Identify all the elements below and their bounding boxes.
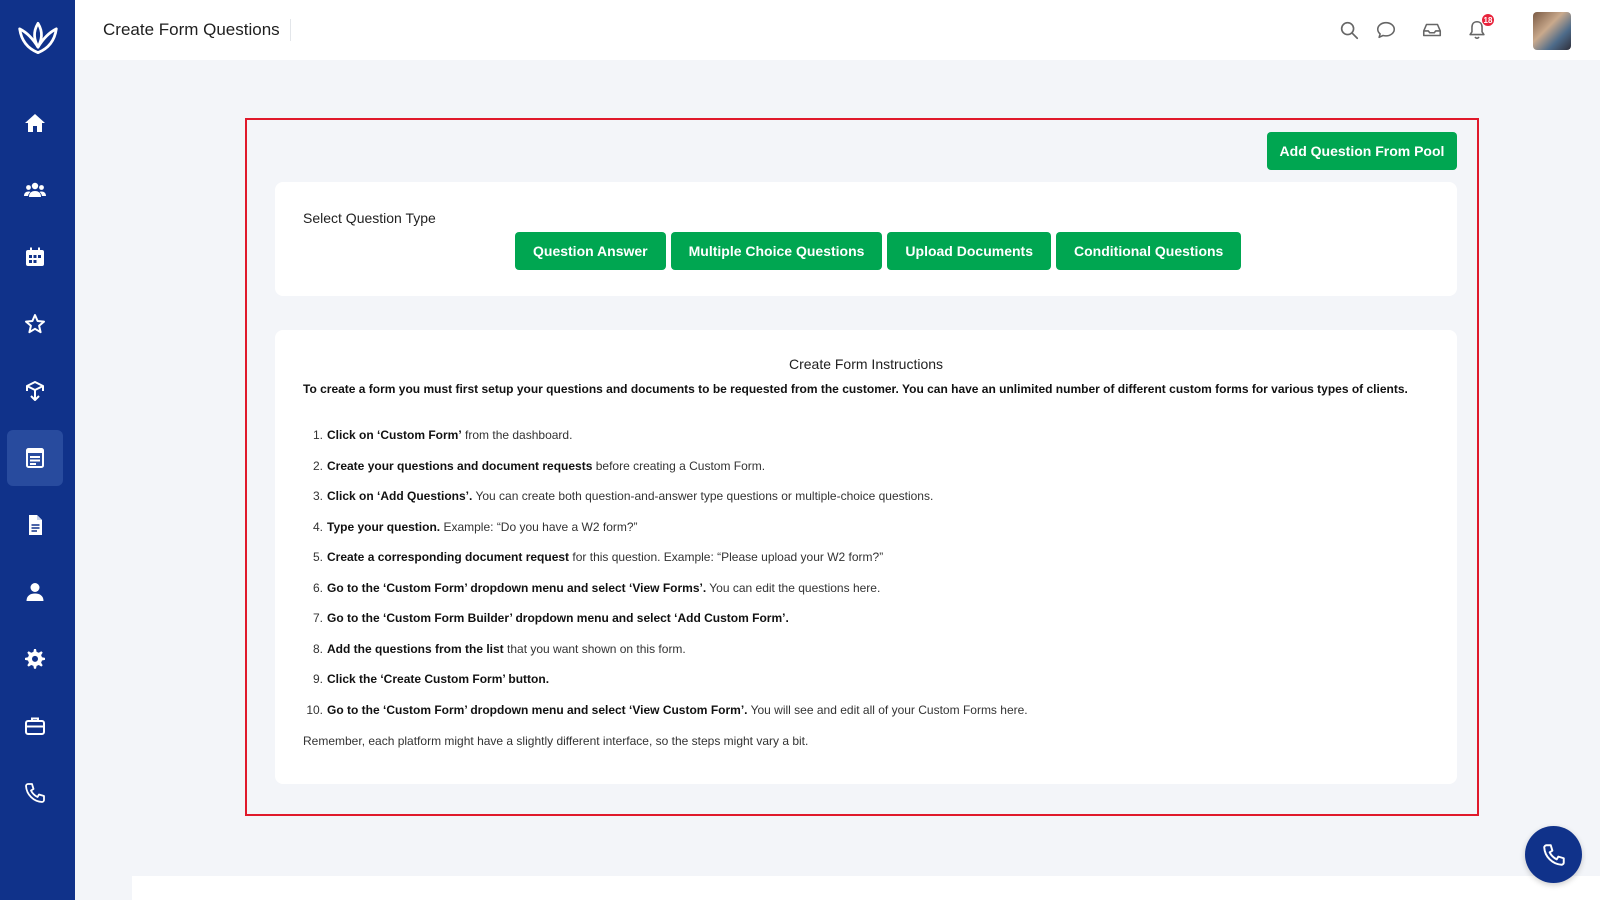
top-header: Create Form Questions 18 <box>75 0 1600 60</box>
instructions-intro: To create a form you must first setup yo… <box>303 382 1408 396</box>
form-questions-panel: Add Question From Pool Select Question T… <box>245 118 1479 816</box>
call-button[interactable] <box>1525 826 1582 883</box>
question-type-label: Select Question Type <box>303 210 436 226</box>
user-icon <box>26 583 44 601</box>
brand-logo[interactable] <box>14 14 62 62</box>
avatar[interactable] <box>1533 12 1571 50</box>
lotus-logo-icon <box>18 21 58 55</box>
instruction-step: 1. Click on ‘Custom Form’ from the dashbo… <box>312 428 573 442</box>
chat-bubble-icon <box>1376 21 1396 39</box>
instruction-step: 3. Click on ‘Add Questions’. You can crea… <box>312 489 934 503</box>
sidebar-item-packages[interactable] <box>7 363 63 419</box>
sidebar-item-users[interactable] <box>7 162 63 218</box>
instruction-step: 4. Type your question. Example: “Do you h… <box>312 519 638 534</box>
instructions-title: Create Form Instructions <box>788 356 944 372</box>
instruction-step: 2. Create your questions and document req… <box>312 458 766 473</box>
document-icon <box>29 515 42 535</box>
sidebar-item-briefcase[interactable] <box>7 698 63 754</box>
instruction-step: 10. Go to the ‘Custom Form’ dropdown menu… <box>306 702 1028 717</box>
star-icon <box>25 314 45 334</box>
search-icon <box>1340 21 1359 40</box>
phone-icon <box>25 783 45 803</box>
sidebar-item-forms[interactable] <box>7 430 63 486</box>
briefcase-icon <box>25 717 45 735</box>
inbox-button[interactable] <box>1420 18 1444 42</box>
phone-icon <box>1542 843 1565 866</box>
notification-badge: 18 <box>1481 13 1495 27</box>
sidebar-item-calendar[interactable] <box>7 229 63 285</box>
sidebar-item-favorites[interactable] <box>7 296 63 352</box>
instruction-step: 5. Create a corresponding document reques… <box>312 550 884 564</box>
box-icon <box>26 381 44 401</box>
question-type-card: Select Question Type Question Answer Mul… <box>275 182 1457 296</box>
notifications-button[interactable]: 18 <box>1465 13 1495 42</box>
sidebar-item-home[interactable] <box>7 95 63 151</box>
instruction-step: 6. Go to the ‘Custom Form’ dropdown menu … <box>312 580 881 595</box>
sidebar-item-documents[interactable] <box>7 497 63 553</box>
instructions-card: Create Form Instructions To create a for… <box>275 330 1457 784</box>
search-button[interactable] <box>1337 18 1361 42</box>
gear-icon <box>25 649 45 669</box>
sidebar <box>0 0 75 900</box>
sidebar-item-calls[interactable] <box>7 765 63 821</box>
form-icon <box>26 448 44 468</box>
footer-strip <box>132 876 1600 900</box>
inbox-icon <box>1422 23 1442 37</box>
instructions-footer: Remember, each platform might have a sli… <box>303 734 809 748</box>
sidebar-item-profile[interactable] <box>7 564 63 620</box>
home-icon <box>25 114 45 132</box>
add-question-from-pool-button[interactable]: Add Question From Pool <box>1267 132 1457 170</box>
page-title: Create Form Questions <box>103 19 291 41</box>
question-answer-button[interactable]: Question Answer <box>515 232 666 270</box>
messages-button[interactable] <box>1374 18 1398 42</box>
users-icon <box>24 182 46 197</box>
upload-documents-button[interactable]: Upload Documents <box>887 232 1051 270</box>
sidebar-item-settings[interactable] <box>7 631 63 687</box>
question-type-buttons: Question Answer Multiple Choice Question… <box>515 232 1242 270</box>
multiple-choice-button[interactable]: Multiple Choice Questions <box>670 232 883 270</box>
instruction-step: 7. Go to the ‘Custom Form Builder’ dropdo… <box>312 611 789 625</box>
instruction-step: 9. Click the ‘Create Custom Form’ button. <box>312 672 550 686</box>
conditional-questions-button[interactable]: Conditional Questions <box>1056 232 1242 270</box>
instruction-step: 8. Add the questions from the list that y… <box>312 641 686 656</box>
instructions-steps: 1. Click on ‘Custom Form’ from the dashbo… <box>303 426 1423 731</box>
calendar-icon <box>26 247 44 266</box>
